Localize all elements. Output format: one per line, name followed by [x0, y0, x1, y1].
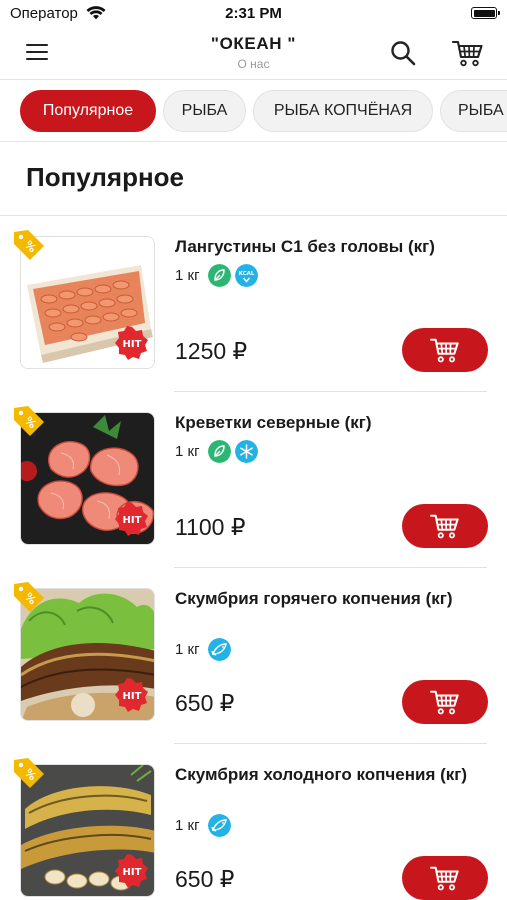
battery-icon	[471, 7, 500, 19]
status-bar: Оператор 2:31 PM	[0, 0, 507, 28]
product-name[interactable]: Скумбрия холодного копчения (кг)	[175, 764, 485, 786]
product-price: 650 ₽	[175, 866, 235, 892]
svg-text:HIT: HIT	[123, 339, 142, 350]
discount-tag-icon: %	[14, 406, 44, 436]
add-to-cart-button[interactable]	[402, 328, 488, 372]
product-weight: 1 кг	[175, 640, 200, 658]
kcal-icon: KCAL	[234, 263, 258, 287]
add-to-cart-button[interactable]	[402, 504, 488, 548]
product-price: 1100 ₽	[175, 514, 246, 540]
snowflake-icon	[234, 439, 258, 463]
about-us-link[interactable]: О нас	[0, 57, 507, 71]
category-chip-smoked-fish[interactable]: РЫБА КОПЧЁНАЯ	[253, 90, 433, 132]
top-nav-bar: "ОКЕАН " О нас	[0, 28, 507, 80]
leaf-icon	[207, 263, 231, 287]
product-card[interactable]: % HIT Скумбрия горячего копчения (кг) 1 …	[0, 568, 507, 744]
product-card[interactable]: % HIT Скумбрия холодного копчения (кг) 1…	[0, 744, 507, 900]
category-chips: Популярное РЫБА РЫБА КОПЧЁНАЯ РЫБА	[0, 80, 507, 142]
fish-icon	[207, 813, 231, 837]
product-weight: 1 кг	[175, 266, 200, 284]
product-meta: 1 кг KCAL	[175, 263, 258, 287]
category-chip-fish[interactable]: РЫБА	[163, 90, 246, 132]
discount-tag-icon: %	[14, 582, 44, 612]
product-meta: 1 кг	[175, 813, 231, 837]
leaf-icon	[207, 439, 231, 463]
section-title: Популярное	[26, 162, 185, 192]
fish-icon	[207, 637, 231, 661]
product-weight: 1 кг	[175, 442, 200, 460]
discount-tag-icon: %	[14, 230, 44, 260]
product-meta: 1 кг	[175, 637, 231, 661]
product-card[interactable]: % HIT Лангустины С1 без головы (кг) 1 кг…	[0, 216, 507, 392]
svg-text:HIT: HIT	[123, 515, 142, 526]
product-name[interactable]: Лангустины С1 без головы (кг)	[175, 236, 485, 258]
hit-badge: HIT	[115, 326, 148, 360]
hit-badge: HIT	[115, 678, 148, 712]
category-chip-popular[interactable]: Популярное	[20, 90, 156, 132]
product-name[interactable]: Креветки северные (кг)	[175, 412, 485, 434]
product-price: 1250 ₽	[175, 338, 248, 364]
product-name[interactable]: Скумбрия горячего копчения (кг)	[175, 588, 485, 610]
category-chip-fish-more[interactable]: РЫБА	[440, 90, 507, 132]
search-icon[interactable]	[389, 39, 417, 67]
status-time: 2:31 PM	[225, 5, 282, 22]
store-title[interactable]: "ОКЕАН "	[0, 34, 507, 54]
hit-badge: HIT	[115, 502, 148, 536]
svg-text:HIT: HIT	[123, 691, 142, 702]
product-meta: 1 кг	[175, 439, 258, 463]
cart-icon	[430, 338, 459, 363]
cart-icon	[430, 514, 459, 539]
add-to-cart-button[interactable]	[402, 856, 488, 900]
discount-tag-icon: %	[14, 758, 44, 788]
svg-text:HIT: HIT	[123, 867, 142, 878]
add-to-cart-button[interactable]	[402, 680, 488, 724]
cart-icon	[430, 690, 459, 715]
hit-badge: HIT	[115, 854, 148, 888]
product-card[interactable]: % HIT Креветки северные (кг) 1 кг 1100 ₽	[0, 392, 507, 568]
product-weight: 1 кг	[175, 816, 200, 834]
cart-icon	[430, 866, 459, 891]
shopping-cart-icon[interactable]	[452, 38, 484, 68]
product-price: 650 ₽	[175, 690, 235, 716]
svg-text:KCAL: KCAL	[238, 271, 254, 277]
